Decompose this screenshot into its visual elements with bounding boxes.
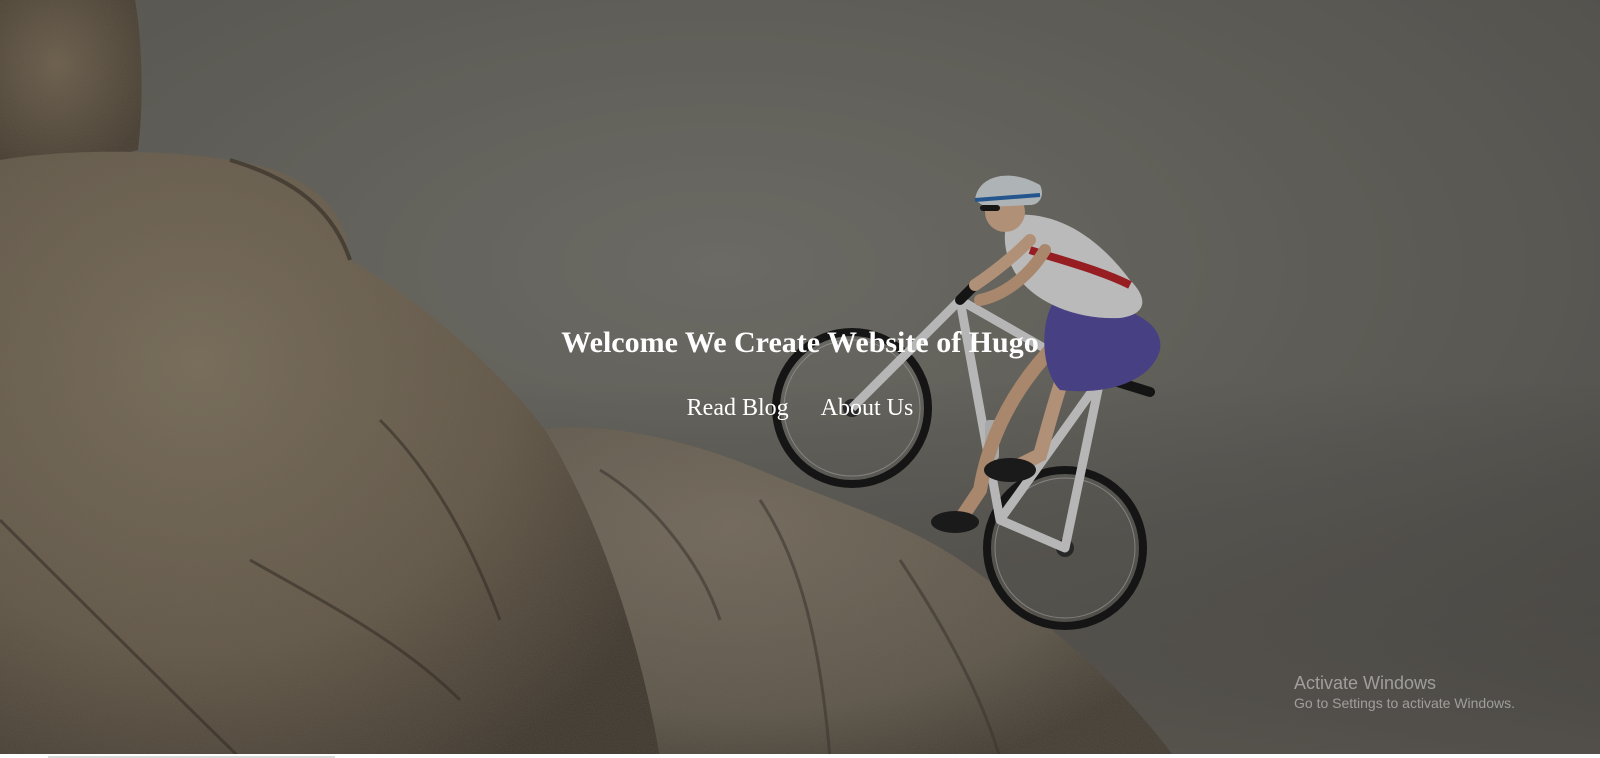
watermark-title: Activate Windows <box>1294 673 1437 693</box>
activate-windows-watermark: Activate Windows Go to Settings to activ… <box>1294 672 1515 712</box>
read-blog-link[interactable]: Read Blog <box>687 393 789 423</box>
about-us-link[interactable]: About Us <box>821 393 914 423</box>
hero-nav: Read Blog About Us <box>0 393 1600 423</box>
hero-section: Welcome We Create Website of Hugo Read B… <box>0 0 1600 758</box>
hero-title: Welcome We Create Website of Hugo <box>561 326 1039 359</box>
hero-content: Welcome We Create Website of Hugo Read B… <box>0 325 1600 423</box>
watermark-subtitle: Go to Settings to activate Windows. <box>1294 695 1515 711</box>
